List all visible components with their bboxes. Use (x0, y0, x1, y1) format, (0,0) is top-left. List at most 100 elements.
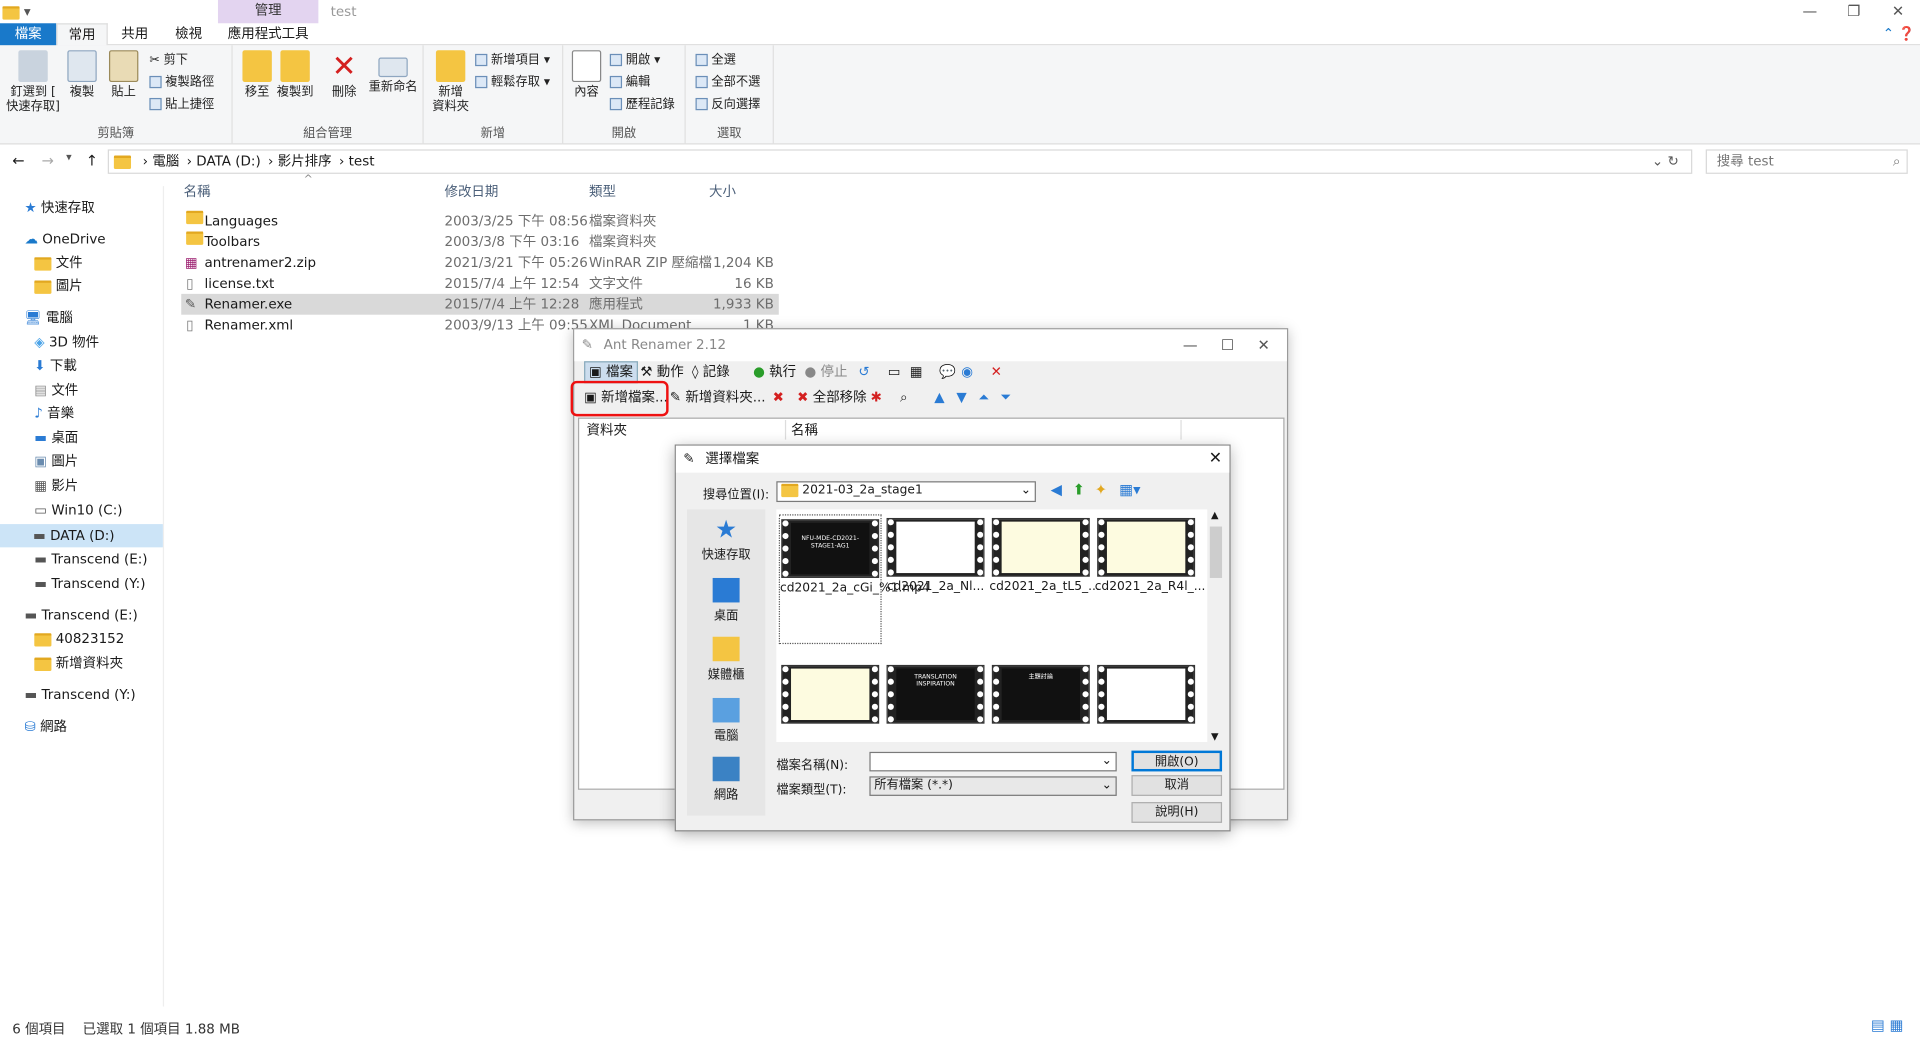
file-row[interactable]: Languages 2003/3/25 下午 08:56 檔案資料夾 (181, 210, 779, 232)
nav-new-folder[interactable]: 新增資料夾 (34, 651, 123, 674)
breadcrumb-computer[interactable]: 電腦 (152, 153, 179, 169)
delete-button[interactable]: ✕ 刪除 (323, 45, 365, 100)
nav-folder-40823152[interactable]: 40823152 (34, 627, 124, 650)
nav-quick-access[interactable]: ★ 快速存取 (24, 196, 94, 219)
column-header-folder[interactable]: 資料夾 (587, 420, 627, 440)
remove-selected-icon[interactable]: ✖ (773, 386, 784, 410)
place-network[interactable]: 網路 (687, 756, 765, 802)
minimize-button[interactable]: — (1788, 0, 1832, 22)
undo-icon[interactable]: ↺ (858, 360, 869, 384)
nav-transcend-e[interactable]: ▬ Transcend (E:) (34, 547, 147, 570)
stop-button[interactable]: ● 停止 (804, 360, 847, 384)
copy-button[interactable]: 複製 (64, 45, 101, 100)
preview-icon[interactable]: ⌕ (900, 386, 908, 410)
nav-3d-objects[interactable]: ◈ 3D 物件 (34, 331, 99, 354)
look-in-select[interactable]: 2021-03_2a_stage1 ⌄ (776, 481, 1036, 503)
place-computer[interactable]: 電腦 (687, 697, 765, 743)
refresh-icon[interactable]: ⌄ ↻ (1652, 151, 1679, 173)
help-button[interactable]: 說明(H) (1131, 802, 1223, 823)
new-folder-button[interactable]: 新增 資料夾 (429, 45, 473, 115)
tab-share[interactable]: 共用 (113, 23, 157, 45)
nav-documents[interactable]: ▤ 文件 (34, 378, 78, 401)
nav-transcend-e-root[interactable]: ▬ Transcend (E:) (24, 604, 137, 627)
tab-app-tools[interactable]: 應用程式工具 (220, 23, 316, 45)
nav-network[interactable]: ⛁ 網路 (24, 715, 67, 738)
nav-onedrive-pictures[interactable]: 圖片 (34, 274, 83, 297)
file-row-selected[interactable]: ✎ Renamer.exe 2015/7/4 上午 12:28 應用程式 1,933 K… (181, 293, 779, 315)
invert-selection-button[interactable]: 反向選擇 (695, 97, 760, 114)
remove-all-button[interactable]: ✖ 全部移除 (797, 386, 866, 410)
quick-access-toolbar[interactable]: ▾ (2, 4, 31, 20)
scroll-up-icon[interactable]: ▲ (1211, 509, 1219, 520)
column-header-date[interactable]: 修改日期 (444, 181, 498, 201)
forward-arrow-icon[interactable]: → (42, 152, 54, 169)
tab-file[interactable]: 檔案 (0, 23, 57, 46)
nav-desktop[interactable]: ▬ 桌面 (34, 426, 78, 449)
place-desktop[interactable]: 桌面 (687, 577, 765, 623)
remove-dead-icon[interactable]: ✱ (871, 386, 882, 410)
nav-drive-c[interactable]: ▭ Win10 (C:) (34, 498, 122, 521)
column-header-name[interactable]: 名稱 (184, 181, 211, 201)
column-header-filename[interactable]: 名稱 (784, 420, 1182, 440)
move-bottom-icon[interactable]: ⏷ (1000, 386, 1011, 410)
exit-icon[interactable]: ✕ (991, 360, 1002, 384)
column-header-type[interactable]: 類型 (589, 181, 616, 201)
recent-dropdown-icon[interactable]: ▾ (66, 152, 72, 164)
tab-home[interactable]: 常用 (56, 23, 108, 46)
back-icon[interactable]: ◀ (1051, 481, 1062, 498)
nav-pictures[interactable]: ▣ 圖片 (34, 449, 78, 472)
nav-computer[interactable]: 🖥 電腦 (24, 306, 72, 329)
address-bar[interactable]: › 電腦 › DATA (D:) › 影片排序 › test ⌄ ↻ (107, 149, 1693, 174)
thumbnail-item[interactable] (1095, 661, 1198, 727)
new-item-button[interactable]: 新增項目 ▾ (475, 53, 550, 70)
nav-drive-d[interactable]: ▬ DATA (D:) (0, 524, 163, 548)
move-up-icon[interactable]: ▲ (934, 386, 944, 410)
pin-quick-access-button[interactable]: 釘選到 [ 快速存取] (5, 45, 61, 115)
nav-downloads[interactable]: ⬇ 下載 (34, 354, 77, 377)
breadcrumb-test[interactable]: test (349, 153, 375, 169)
file-row[interactable]: ▦ antrenamer2.zip 2021/3/21 下午 05:26 WinRAR… (181, 252, 779, 273)
cut-button[interactable]: ✂ 剪下 (149, 53, 188, 70)
thumbnail-item[interactable]: 主題討論 (989, 661, 1092, 727)
thumbnail-item[interactable]: cd2021_2a_tL5_... (989, 514, 1100, 595)
view-toggle-icons[interactable]: ▤ ▦ (1871, 1016, 1903, 1033)
select-none-button[interactable]: 全部不選 (695, 75, 760, 92)
nav-transcend-y-root[interactable]: ▬ Transcend (Y:) (24, 683, 135, 706)
nav-videos[interactable]: ▦ 影片 (34, 474, 78, 497)
open-button[interactable]: 開啟(O) (1131, 750, 1223, 772)
breadcrumb-video-sort[interactable]: 影片排序 (278, 153, 332, 169)
copy-to-button[interactable]: 複製到 (274, 45, 316, 100)
easy-access-button[interactable]: 輕鬆存取 ▾ (475, 75, 550, 92)
file-row[interactable]: Toolbars 2003/3/8 下午 03:16 檔案資料夾 (181, 231, 779, 252)
up-arrow-icon[interactable]: ↑ (86, 152, 98, 169)
add-folders-button[interactable]: ✎ 新增資料夾... (670, 386, 766, 410)
nav-music[interactable]: ♪ 音樂 (34, 402, 74, 425)
filename-input[interactable]: ⌄ (869, 751, 1117, 772)
cancel-button[interactable]: 取消 (1131, 775, 1223, 796)
paste-shortcut-button[interactable]: 貼上捷徑 (149, 97, 214, 114)
scroll-thumb[interactable] (1209, 526, 1223, 578)
nav-transcend-y[interactable]: ▬ Transcend (Y:) (34, 572, 145, 595)
file-row[interactable]: ▯ license.txt 2015/7/4 上午 12:54 文字文件 16 KB (181, 273, 779, 294)
thumbnail-item-selected[interactable]: NFU-MDE-CD2021-STAGE1-AG1 cd2021_2a_cGi_%… (778, 514, 930, 645)
scroll-down-icon[interactable]: ▼ (1211, 731, 1219, 742)
settings-icon[interactable]: ▦ (910, 360, 923, 384)
move-top-icon[interactable]: ⏶ (978, 386, 989, 410)
thumbnail-item[interactable] (779, 661, 882, 727)
restore-button[interactable]: ❐ (1832, 0, 1876, 22)
move-to-button[interactable]: 移至 (238, 45, 277, 100)
paste-button[interactable]: 貼上 (105, 45, 142, 100)
nav-onedrive-documents[interactable]: 文件 (34, 251, 83, 274)
nav-onedrive[interactable]: ☁ OneDrive (24, 228, 105, 251)
place-libraries[interactable]: 媒體櫃 (687, 636, 765, 682)
search-box[interactable]: 搜尋 test ⌕ (1705, 149, 1908, 174)
view-menu-icon[interactable]: ▦▾ (1119, 481, 1140, 498)
place-quick-access[interactable]: ★ 快速存取 (687, 517, 765, 562)
back-arrow-icon[interactable]: ← (12, 152, 24, 169)
thumbnail-item[interactable]: TRANSLATION INSPIRATION (884, 661, 987, 727)
thumbnail-item[interactable]: cd2021_2a_R4l_... (1095, 514, 1205, 595)
window-icon[interactable]: ▭ (888, 360, 901, 384)
up-folder-icon[interactable]: ⬆ (1073, 481, 1085, 498)
open-button[interactable]: 開啟 ▾ (609, 53, 660, 70)
chat-icon[interactable]: 💬 (939, 360, 956, 384)
